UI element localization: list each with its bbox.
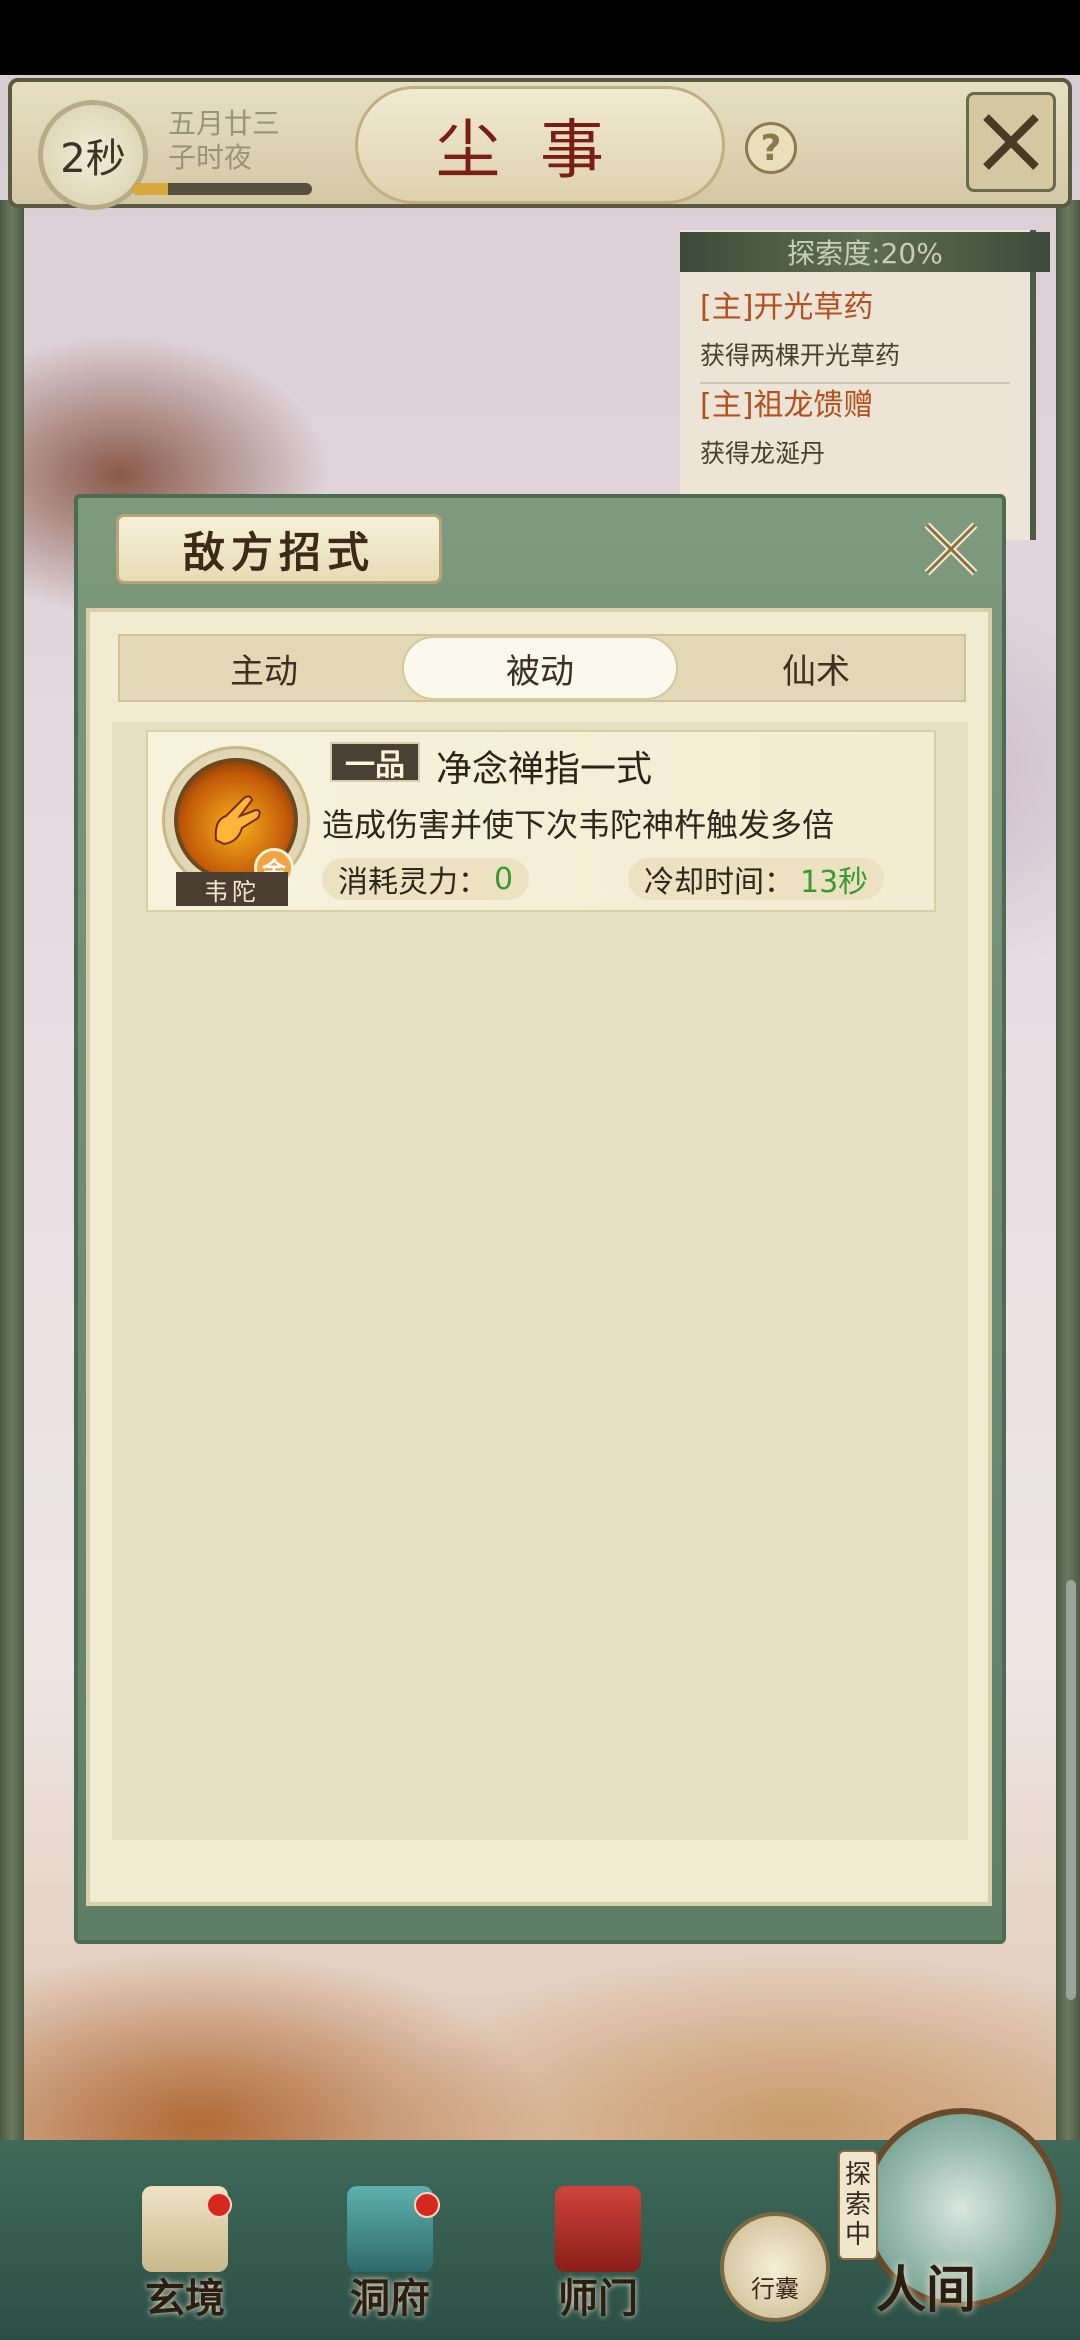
- time-progress-bar: [132, 183, 312, 195]
- bag-button[interactable]: 行囊: [720, 2212, 830, 2322]
- cooldown: 冷却时间： 13秒: [628, 858, 885, 900]
- mana-cost: 消耗灵力： 0: [322, 858, 530, 900]
- timer-display: 2秒: [38, 100, 148, 210]
- exploration-progress: 探索度:20%: [680, 232, 1050, 272]
- mana-cost-label: 消耗灵力：: [338, 865, 488, 900]
- exploring-status: 探索中: [838, 2150, 878, 2260]
- world-label: 人间: [876, 2260, 976, 2319]
- quest-desc: 获得龙涎丹: [700, 439, 826, 468]
- page-title: 尘事: [355, 86, 725, 204]
- quest-item[interactable]: [主]开光草药 获得两棵开光草药: [700, 282, 1030, 384]
- nav-label: 玄境: [145, 2275, 225, 2322]
- time-period-label: 子时夜: [168, 141, 253, 174]
- quest-title: [主]祖龙馈赠: [700, 388, 874, 423]
- banner-icon: [555, 2186, 641, 2272]
- skill-rank-tag: 一品: [330, 742, 420, 783]
- dialog-close-button[interactable]: [918, 516, 984, 582]
- cooldown-label: 冷却时间：: [644, 865, 794, 900]
- skill-owner-label: 韦陀: [176, 872, 288, 906]
- mana-cost-value: 0: [494, 861, 514, 897]
- tab-passive-moves[interactable]: 被动: [402, 636, 678, 700]
- skill-description: 造成伤害并使下次韦陀神杵触发多倍: [322, 806, 835, 844]
- tab-spells[interactable]: 仙术: [678, 636, 954, 700]
- close-icon: [924, 522, 978, 576]
- hand-icon: [214, 795, 261, 846]
- tab-active-moves[interactable]: 主动: [126, 636, 402, 700]
- skill-name: 净念禅指一式: [436, 749, 653, 790]
- nav-label: 师门: [558, 2275, 638, 2322]
- nav-item-shimen[interactable]: 师门: [533, 2186, 663, 2324]
- help-button[interactable]: ?: [745, 122, 797, 174]
- notification-dot: [414, 2192, 440, 2218]
- nav-label: 洞府: [350, 2275, 430, 2322]
- quest-item[interactable]: [主]祖龙馈赠 获得龙涎丹: [700, 380, 1030, 470]
- left-frame: [0, 200, 24, 2150]
- quest-title: [主]开光草药: [700, 290, 874, 325]
- dialog-title: 敌方招式: [116, 514, 442, 584]
- bag-label: 行囊: [751, 2275, 799, 2303]
- close-icon: [983, 114, 1039, 170]
- time-progress-fill: [132, 183, 168, 195]
- quest-desc: 获得两棵开光草药: [700, 341, 901, 370]
- cooldown-value: 13秒: [800, 865, 869, 900]
- close-page-button[interactable]: [966, 92, 1056, 192]
- scrollbar[interactable]: [1066, 1580, 1076, 2000]
- notification-dot: [206, 2192, 232, 2218]
